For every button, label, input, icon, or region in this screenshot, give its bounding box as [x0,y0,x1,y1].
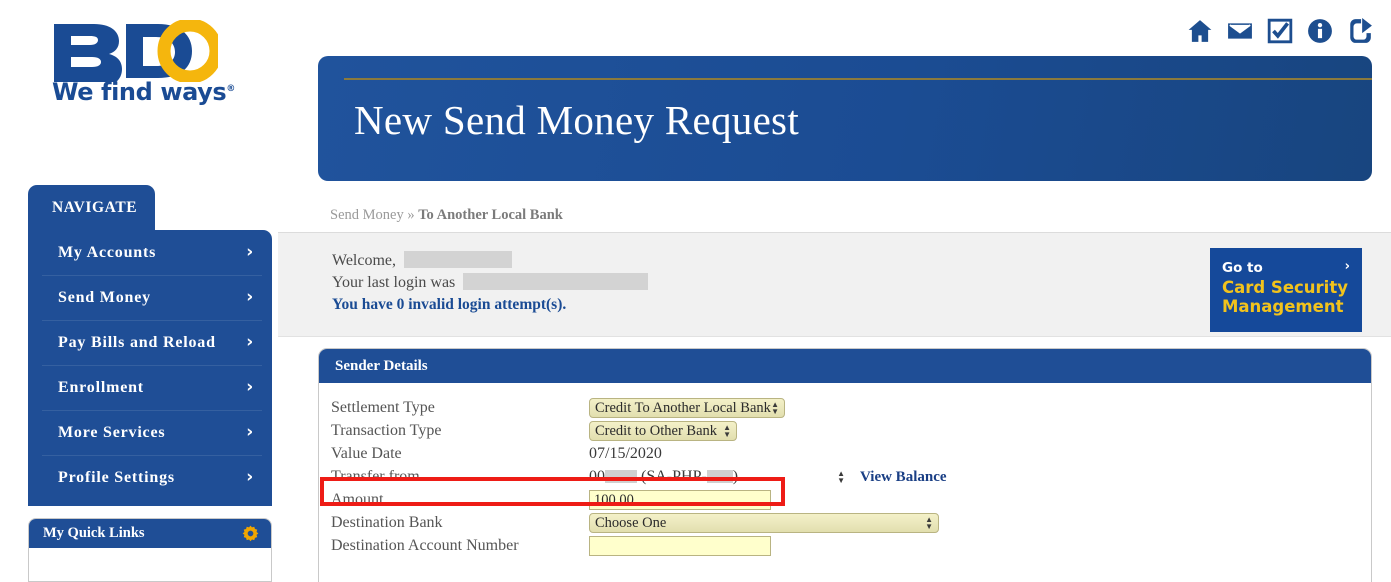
my-quick-links-title: My Quick Links [43,525,145,541]
page-banner: New Send Money Request [318,56,1372,181]
sender-details-form: Settlement Type Credit To Another Local … [319,383,1371,557]
breadcrumb-separator: » [407,207,415,223]
amount-input[interactable] [589,490,771,510]
bdo-logo-mark [54,20,218,82]
sidebar-item-label: My Accounts [58,243,157,261]
sidebar-nav: My Accounts › Send Money › Pay Bills and… [28,230,272,506]
gear-icon[interactable] [242,525,259,542]
username-redacted [404,251,513,268]
share-icon[interactable] [1347,18,1373,44]
bdo-logo[interactable]: We find ways® [50,20,280,106]
info-icon[interactable] [1307,18,1333,44]
last-login-label: Your last login was [332,274,456,291]
card-security-management-banner[interactable]: Go to › Card Security Management [1210,248,1362,332]
chevron-right-icon: › [246,467,254,487]
csm-title-line1: Card Security [1222,278,1348,297]
sidebar-item-more-services[interactable]: More Services › [28,410,272,455]
value-date-label: Value Date [331,445,402,462]
breadcrumb-root[interactable]: Send Money [330,207,404,223]
chevron-right-icon: › [246,332,254,352]
csm-goto-label: Go to [1222,260,1263,276]
sidebar-item-label: Enrollment [58,378,144,396]
chevron-right-icon: › [246,287,254,307]
invalid-login-attempts: You have 0 invalid login attempt(s). [332,296,567,313]
banner-divider [344,78,1372,80]
transfer-from-currency-redacted [706,470,733,483]
top-icon-bar [1187,18,1373,44]
sender-details-title: Sender Details [335,357,428,374]
breadcrumb: Send Money » To Another Local Bank [330,207,563,224]
sidebar-item-enrollment[interactable]: Enrollment › [28,365,272,410]
sender-details-header: Sender Details [319,349,1371,383]
transaction-type-label: Transaction Type [331,422,442,439]
transfer-from-middle: (SA-PHP- [641,468,707,485]
transfer-from-prefix: 00 [589,468,605,485]
sidebar-item-label: Profile Settings [58,468,175,486]
chevron-right-icon: › [1344,259,1350,274]
welcome-greeting: Welcome, [332,252,397,269]
form-row-amount: Amount [331,489,1371,511]
form-row-transfer-from: Transfer from 00 (SA-PHP-) ▲ ▼ View Balan… [331,466,1371,488]
sidebar-item-profile-settings[interactable]: Profile Settings › [28,455,272,500]
form-row-settlement-type: Settlement Type Credit To Another Local … [331,397,1371,419]
envelope-icon[interactable] [1227,18,1253,44]
form-row-transaction-type: Transaction Type Credit to Other Bank ▲ ▼ [331,420,1371,442]
welcome-text: Welcome, Your last login was [332,250,649,294]
sidebar-item-my-accounts[interactable]: My Accounts › [28,230,272,275]
transfer-from-suffix: ) [732,468,739,485]
checkbox-checked-icon[interactable] [1267,18,1293,44]
transaction-type-select-wrapper: Credit to Other Bank ▲ ▼ [589,421,737,441]
destination-bank-label: Destination Bank [331,514,443,531]
transaction-type-select[interactable]: Credit to Other Bank [589,421,737,441]
navigate-tab-label: NAVIGATE [52,198,138,216]
settlement-type-select[interactable]: Credit To Another Local Bank [589,398,785,418]
page-title: New Send Money Request [354,97,800,143]
destination-bank-select[interactable]: Choose One [589,513,939,533]
form-row-destination-account-number: Destination Account Number [331,535,1371,557]
sidebar-item-label: Pay Bills and Reload [58,333,216,351]
view-balance-link[interactable]: View Balance [860,469,947,486]
form-row-value-date: Value Date 07/15/2020 [331,443,1371,465]
transfer-from-account-redacted [605,470,637,483]
chevron-right-icon: › [246,422,254,442]
destination-account-number-label: Destination Account Number [331,537,519,554]
settlement-type-select-wrapper: Credit To Another Local Bank ▲ ▼ [589,398,785,418]
home-icon[interactable] [1187,18,1213,44]
sidebar-item-pay-bills-and-reload[interactable]: Pay Bills and Reload › [28,320,272,365]
value-date-value: 07/15/2020 [589,445,662,462]
transfer-from-select-wrapper: 00 (SA-PHP-) ▲ ▼ [589,468,851,486]
my-quick-links-header: My Quick Links [29,519,271,548]
page-root: We find ways® NAVIGATE My Accounts › Sen… [0,0,1391,582]
chevron-right-icon: › [246,377,254,397]
sidebar-item-send-money[interactable]: Send Money › [28,275,272,320]
destination-account-number-input[interactable] [589,536,771,556]
navigate-tab[interactable]: NAVIGATE [28,185,155,230]
my-quick-links-panel: My Quick Links [28,518,272,582]
amount-label: Amount [331,491,384,508]
sender-details-panel: Sender Details Settlement Type Credit To… [318,348,1372,582]
chevron-right-icon: › [246,242,254,262]
sidebar-item-label: More Services [58,423,166,441]
breadcrumb-current: To Another Local Bank [418,207,563,223]
sidebar-item-label: Send Money [58,288,151,306]
csm-title-line2: Management [1222,297,1344,316]
transfer-from-select[interactable]: 00 (SA-PHP-) [589,468,851,486]
form-row-destination-bank: Destination Bank Choose One ▲ ▼ [331,512,1371,534]
transfer-from-label: Transfer from [331,468,420,485]
bdo-tagline: We find ways® [52,78,235,106]
destination-bank-select-wrapper: Choose One ▲ ▼ [589,513,939,533]
last-login-redacted [463,273,649,290]
csm-title: Card Security Management [1222,278,1350,316]
settlement-type-label: Settlement Type [331,399,435,416]
